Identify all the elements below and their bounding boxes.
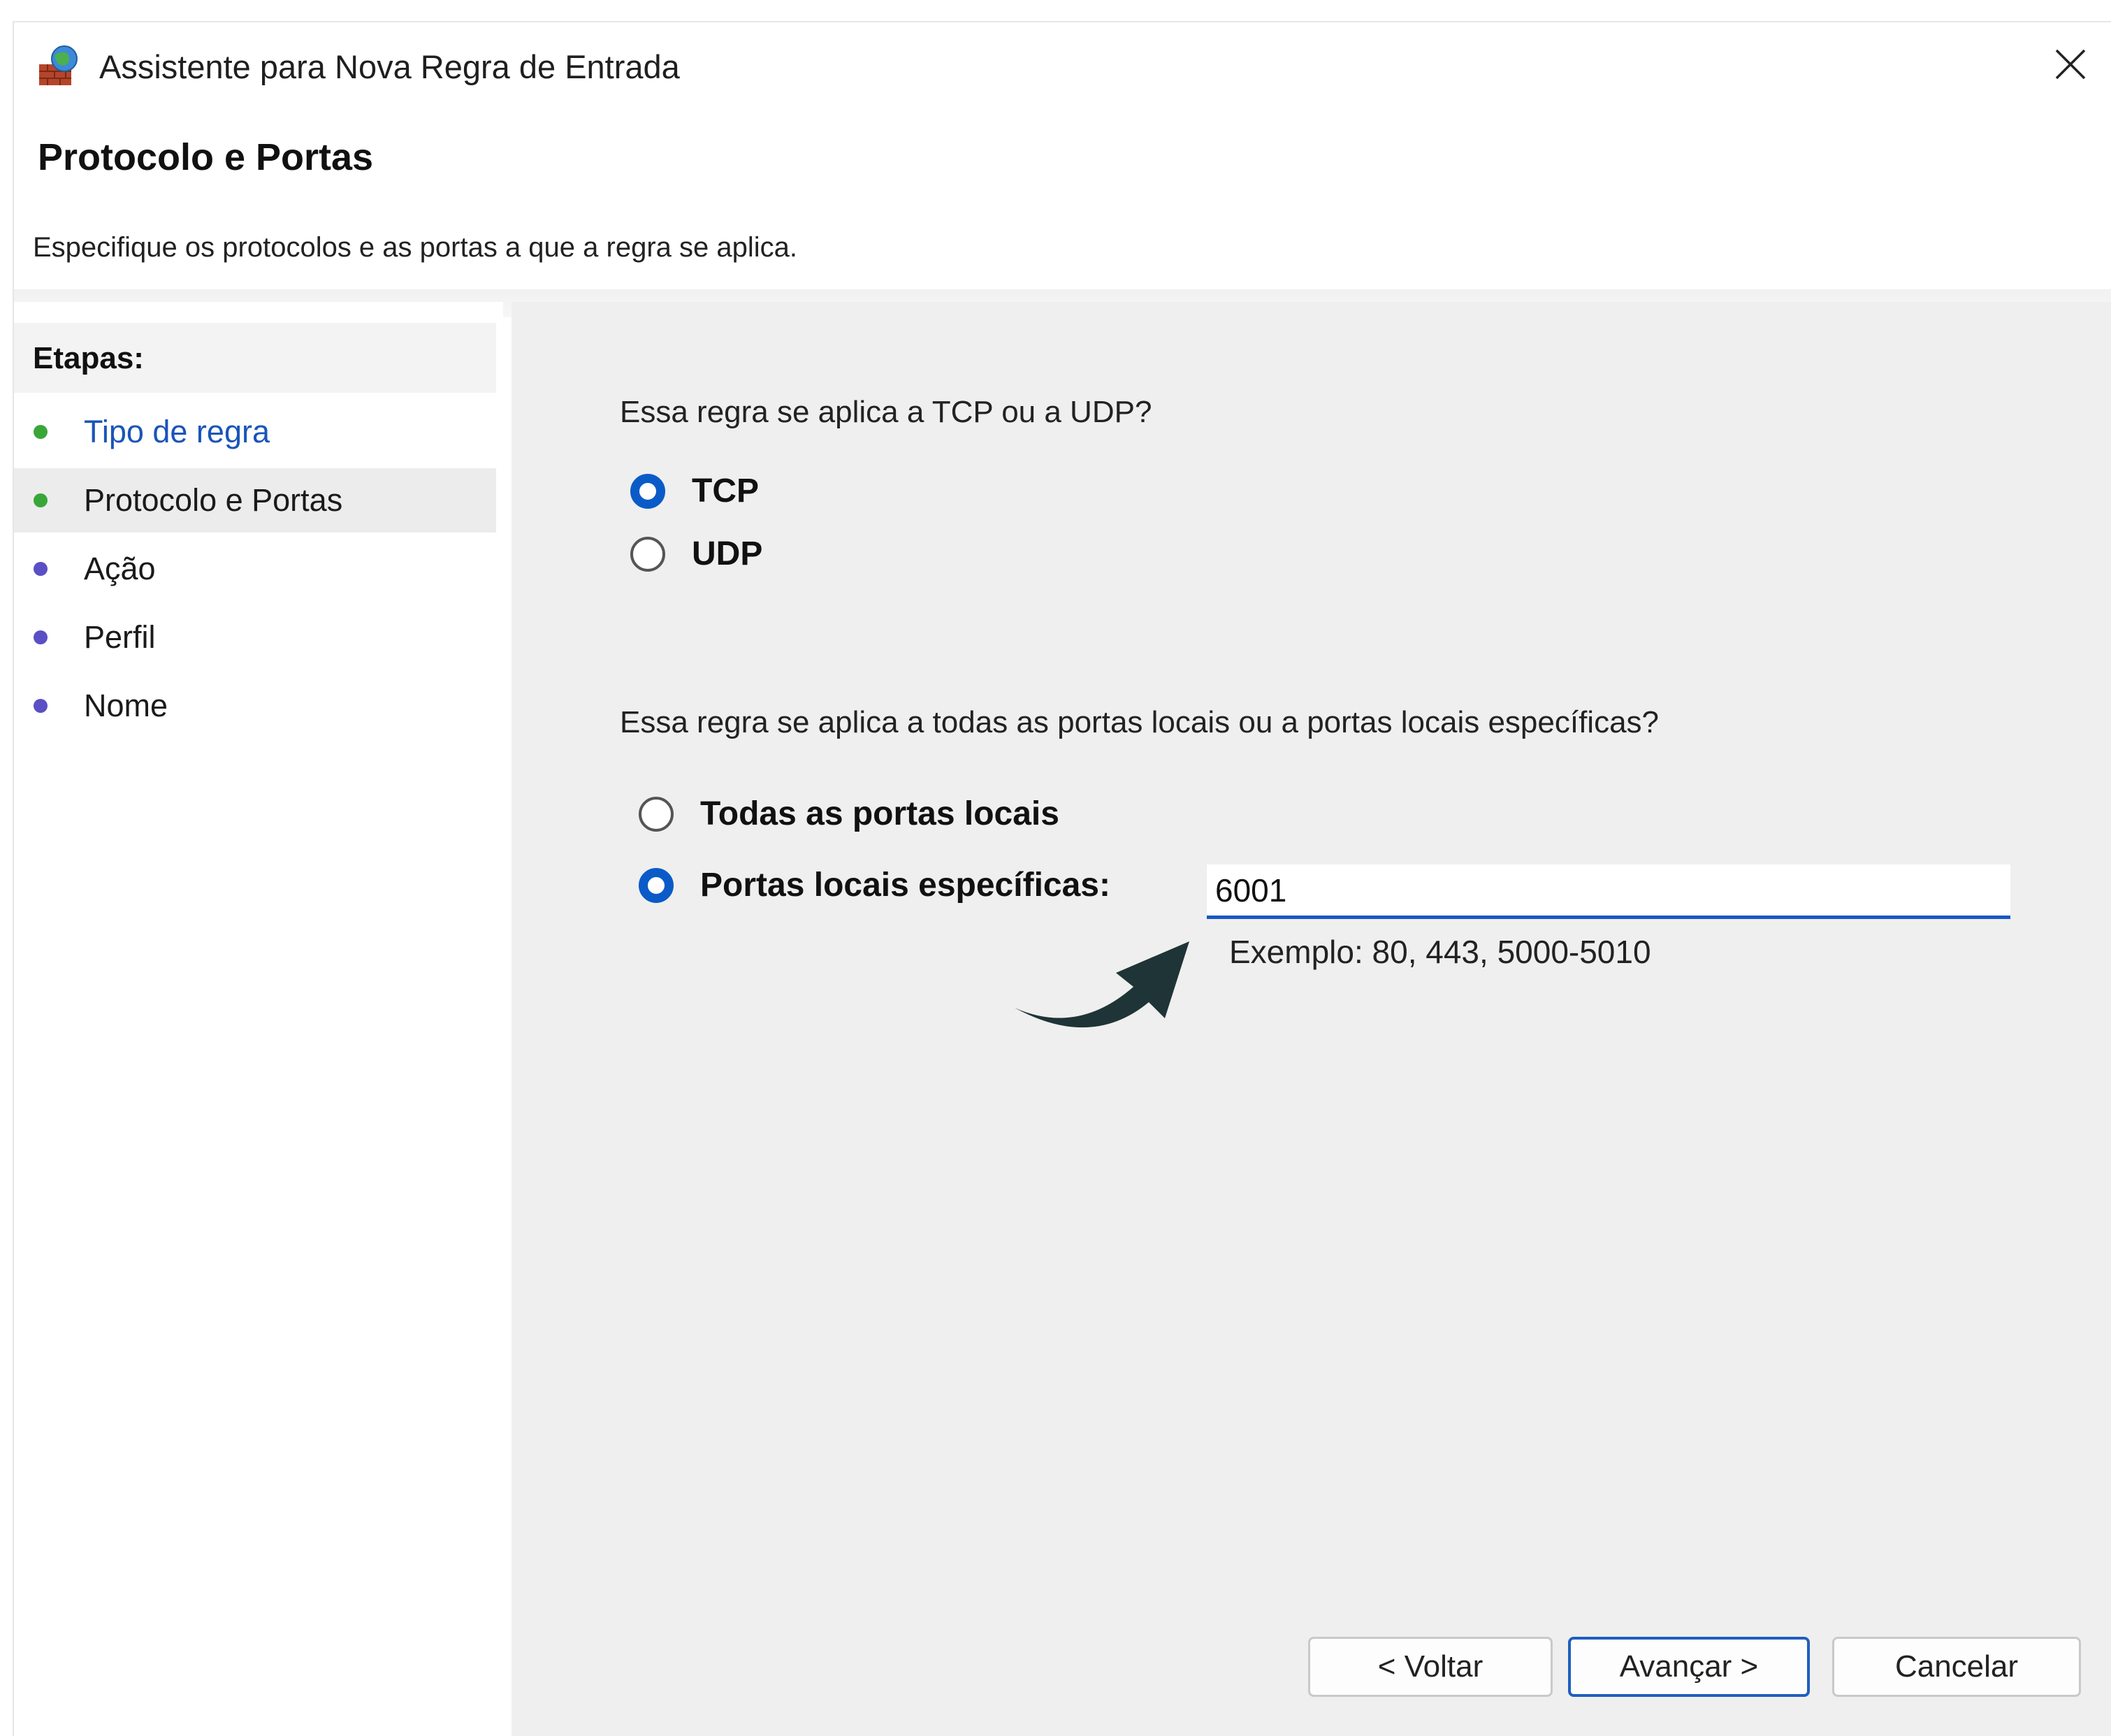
page-description: Especifique os protocolos e as portas a …: [33, 232, 797, 263]
step-label: Protocolo e Portas: [84, 482, 343, 518]
step-perfil[interactable]: Perfil: [14, 605, 496, 670]
window-title: Assistente para Nova Regra de Entrada: [99, 48, 680, 85]
close-icon: [2055, 49, 2086, 80]
wizard-window: Assistente para Nova Regra de Entrada Pr…: [13, 21, 2111, 1736]
radio-udp-label: UDP: [692, 535, 763, 572]
ports-example: Exemplo: 80, 443, 5000-5010: [1229, 934, 1651, 970]
step-dot-icon: [34, 699, 48, 713]
radio-unchecked-icon: [630, 536, 665, 572]
curved-arrow-icon: [1015, 941, 1189, 1028]
radio-tcp[interactable]: TCP: [630, 472, 759, 510]
radio-unchecked-icon: [639, 796, 674, 832]
radio-specific-ports[interactable]: Portas locais específicas:: [639, 866, 1110, 904]
step-nome[interactable]: Nome: [14, 674, 496, 738]
radio-udp[interactable]: UDP: [630, 535, 762, 573]
radio-checked-icon: [639, 867, 674, 903]
cancel-button[interactable]: Cancelar: [1832, 1637, 2081, 1697]
main-panel: Essa regra se aplica a TCP ou a UDP? TCP…: [512, 302, 2111, 1736]
title-bar: Assistente para Nova Regra de Entrada: [14, 22, 2111, 106]
page-title: Protocolo e Portas: [38, 136, 374, 178]
steps-label: Etapas:: [33, 341, 144, 375]
firewall-icon: [39, 45, 78, 85]
radio-specific-ports-label: Portas locais específicas:: [700, 867, 1110, 904]
protocol-question: Essa regra se aplica a TCP ou a UDP?: [620, 395, 1152, 429]
step-acao[interactable]: Ação: [14, 537, 496, 601]
steps-sidebar: Etapas: Tipo de regra Protocolo e Portas…: [14, 302, 503, 1736]
step-protocolo-e-portas[interactable]: Protocolo e Portas: [14, 468, 496, 533]
step-dot-icon: [34, 562, 48, 576]
step-dot-icon: [34, 630, 48, 644]
back-button[interactable]: < Voltar: [1308, 1637, 1553, 1697]
step-dot-icon: [34, 493, 48, 507]
radio-checked-icon: [630, 473, 665, 509]
ports-question: Essa regra se aplica a todas as portas l…: [620, 705, 1660, 739]
step-label: Ação: [84, 551, 156, 586]
step-label: Nome: [84, 688, 168, 723]
close-button[interactable]: [2029, 22, 2111, 106]
step-label: Perfil: [84, 619, 156, 655]
step-dot-icon: [34, 425, 48, 439]
radio-all-ports-label: Todas as portas locais: [700, 795, 1059, 832]
step-label: Tipo de regra: [84, 414, 270, 449]
specific-ports-input[interactable]: [1207, 865, 2010, 919]
step-tipo-de-regra[interactable]: Tipo de regra: [14, 400, 496, 464]
radio-all-ports[interactable]: Todas as portas locais: [639, 795, 1059, 833]
radio-tcp-label: TCP: [692, 472, 759, 509]
next-button[interactable]: Avançar >: [1568, 1637, 1810, 1697]
